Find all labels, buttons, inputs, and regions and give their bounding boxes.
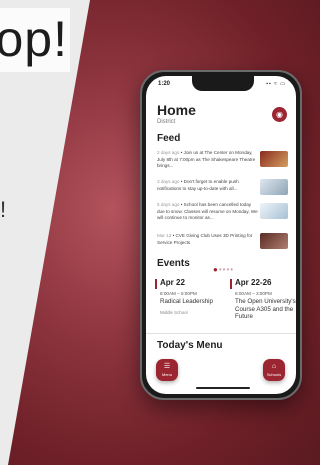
menu-button[interactable]: ☰ Menu (156, 359, 178, 381)
feed-item[interactable]: 3 days ago • Don't forget to enable push… (157, 179, 259, 192)
status-time: 1:20 (158, 81, 171, 87)
section-divider (146, 333, 296, 334)
hamburger-icon: ☰ (163, 363, 171, 370)
event-accent-bar (155, 279, 157, 289)
event-time: 8:00AM – 5:00PM (160, 291, 197, 296)
phone-notch (192, 76, 254, 91)
feed-item[interactable]: Mar 13 • CVE Giving Club Uses 3D Printin… (157, 233, 259, 246)
schools-button[interactable]: ⌂ Schools (263, 359, 285, 381)
event-date: Apr 22 (160, 278, 185, 287)
schools-button-label: Schools (266, 372, 282, 377)
event-title: The Open University's Course A305 and th… (235, 298, 296, 320)
feed-thumbnail (260, 179, 288, 195)
event-card[interactable]: Apr 22-26 8:00AM – 3:00PM The Open Unive… (230, 277, 296, 337)
feed-date: 3 days ago (157, 179, 180, 184)
profile-icon: ◉ (276, 110, 283, 119)
event-accent-bar (230, 279, 232, 289)
app-screen: 1:20 ▪▪ ≈ ▭ Home District ◉ Feed 2 days … (146, 76, 296, 394)
events-pager-dots: ●•••• (213, 265, 235, 274)
feed-date: 5 days ago (157, 202, 180, 207)
feed-title: Feed (157, 133, 181, 144)
event-location: Middle School (160, 310, 188, 315)
feed-thumbnail (260, 203, 288, 219)
menu-button-label: Menu (161, 372, 172, 377)
phone-frame: 1:20 ▪▪ ≈ ▭ Home District ◉ Feed 2 days … (140, 70, 302, 400)
feed-item[interactable]: 5 days ago • School has been cancelled t… (157, 202, 259, 222)
profile-button[interactable]: ◉ (272, 107, 287, 122)
page-title: Home (157, 102, 196, 118)
school-icon: ⌂ (271, 363, 277, 370)
event-date: Apr 22-26 (235, 278, 272, 287)
home-indicator (196, 387, 250, 389)
banner-text: op! (0, 8, 70, 72)
feed-text: CVE Giving Club Uses 3D Printing for Ser… (157, 233, 253, 245)
event-time: 8:00AM – 3:00PM (235, 291, 272, 296)
side-mark: ! (0, 197, 7, 222)
feed-date: 2 days ago (157, 150, 180, 155)
events-title: Events (157, 258, 190, 269)
event-title: Radical Leadership (160, 298, 213, 305)
page-subtitle: District (157, 119, 176, 125)
menu-title: Today's Menu (157, 340, 223, 351)
feed-item[interactable]: 2 days ago • Join us at The Center on Mo… (157, 150, 259, 170)
event-card[interactable]: Apr 22 8:00AM – 5:00PM Radical Leadershi… (155, 277, 227, 337)
feed-date: Mar 13 (157, 233, 172, 238)
feed-thumbnail (260, 233, 288, 249)
feed-thumbnail (260, 151, 288, 167)
status-icons: ▪▪ ≈ ▭ (266, 81, 286, 87)
